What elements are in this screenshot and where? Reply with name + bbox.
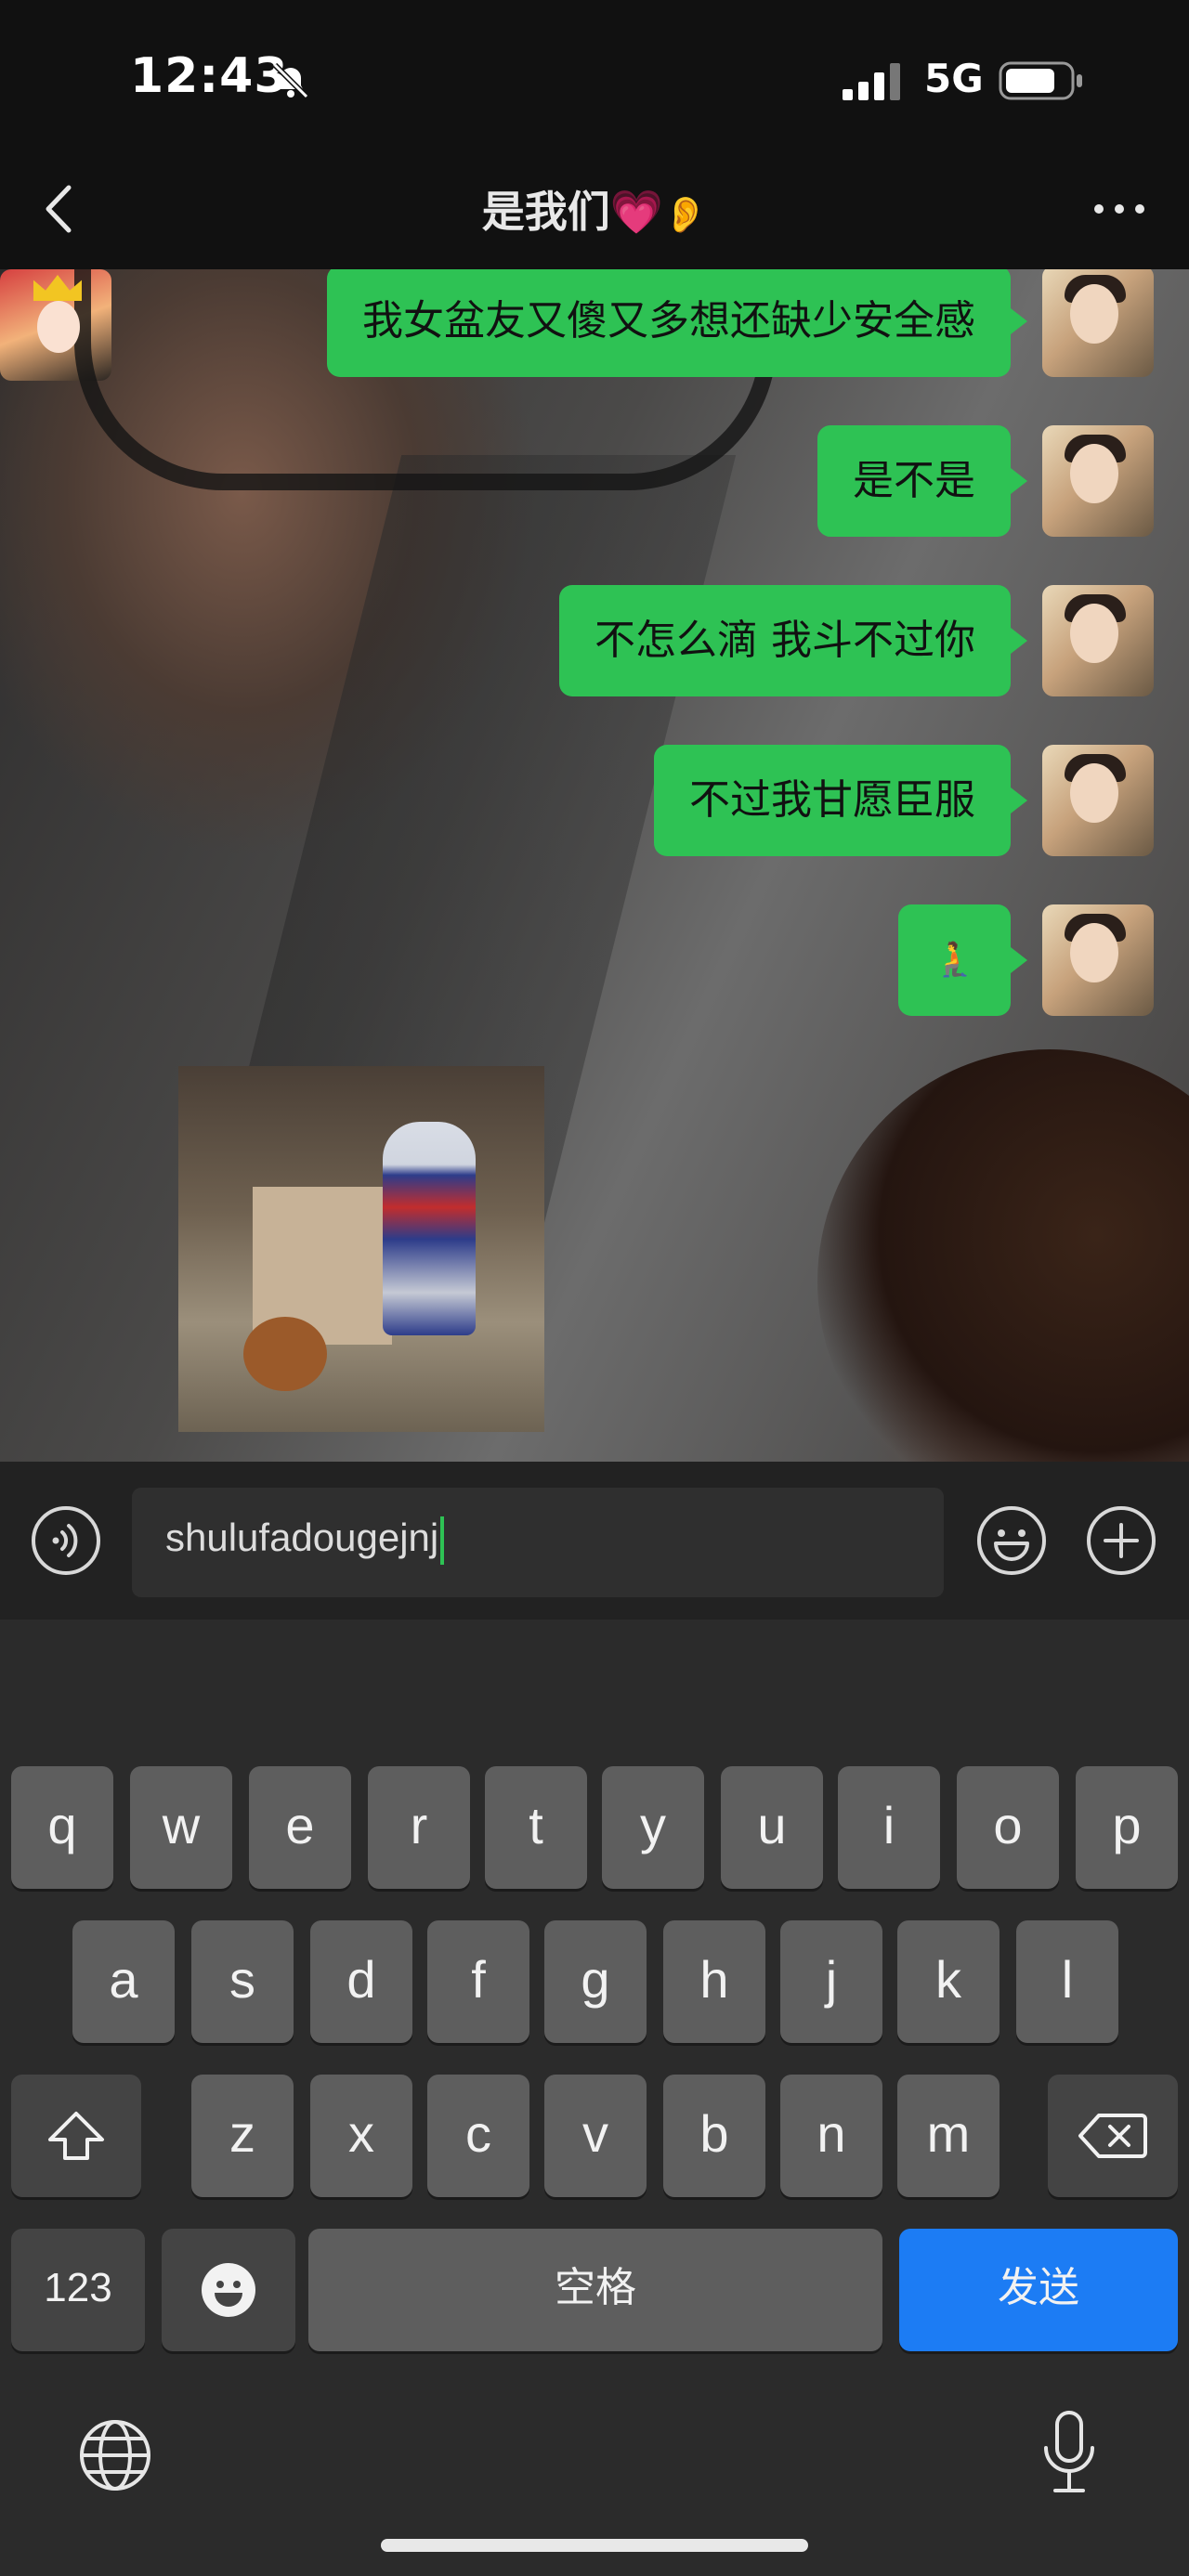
status-time: 12:43 xyxy=(130,48,289,104)
home-indicator[interactable] xyxy=(381,2539,808,2552)
shift-icon xyxy=(48,2112,104,2160)
key[interactable]: z xyxy=(191,2075,294,2197)
key[interactable]: d xyxy=(310,1920,412,2043)
key[interactable]: r xyxy=(368,1766,470,1889)
key[interactable]: u xyxy=(721,1766,823,1889)
message-input-value: shulufadougejnj xyxy=(165,1516,445,1565)
backspace-icon xyxy=(1078,2114,1147,2158)
plus-icon[interactable] xyxy=(1085,1504,1157,1577)
ear-icon: 👂 xyxy=(662,194,708,235)
message-bubble[interactable]: 是不是 xyxy=(817,425,1027,537)
space-key[interactable]: 空格 xyxy=(308,2229,882,2351)
message-bubble-emoji[interactable]: 🧎 xyxy=(898,904,1027,1016)
background-photo-girl xyxy=(817,1049,1189,1462)
more-options-icon[interactable] xyxy=(1087,186,1152,232)
chat-title-text: 是我们 xyxy=(481,187,610,237)
key[interactable]: k xyxy=(897,1920,1000,2043)
sticker-image[interactable] xyxy=(178,1066,544,1432)
status-bar: 12:43 5G xyxy=(0,0,1189,158)
key[interactable]: w xyxy=(130,1766,232,1889)
key[interactable]: s xyxy=(191,1920,294,2043)
input-bar: shulufadougejnj xyxy=(0,1462,1189,1620)
key[interactable]: e xyxy=(249,1766,351,1889)
key[interactable]: c xyxy=(427,2075,529,2197)
text-caret xyxy=(440,1516,445,1565)
chat-background: 我女盆友又傻又多想还缺少安全感 是不是 不怎么滴 我斗不过你 不过我甘愿臣服 🧎 xyxy=(0,269,1189,1462)
key[interactable]: q xyxy=(11,1766,113,1889)
globe-icon[interactable] xyxy=(76,2416,154,2494)
message-bubble[interactable]: 不过我甘愿臣服 xyxy=(654,745,1027,856)
battery-icon xyxy=(999,61,1082,100)
key[interactable]: m xyxy=(897,2075,1000,2197)
key[interactable]: n xyxy=(780,2075,882,2197)
signal-icon xyxy=(843,63,900,100)
key[interactable]: h xyxy=(663,1920,765,2043)
key[interactable]: j xyxy=(780,1920,882,2043)
key[interactable]: f xyxy=(427,1920,529,2043)
emoji-key[interactable] xyxy=(162,2229,295,2351)
message-bubble[interactable]: 我女盆友又傻又多想还缺少安全感 xyxy=(327,269,1027,377)
chat-header: 是我们💗👂 xyxy=(0,158,1189,269)
key[interactable]: l xyxy=(1016,1920,1118,2043)
my-avatar[interactable] xyxy=(1042,585,1154,696)
my-avatar[interactable] xyxy=(1042,425,1154,537)
bell-muted-icon xyxy=(272,62,309,99)
key[interactable]: b xyxy=(663,2075,765,2197)
my-avatar[interactable] xyxy=(1042,745,1154,856)
key[interactable]: t xyxy=(485,1766,587,1889)
key[interactable]: o xyxy=(957,1766,1059,1889)
numbers-key[interactable]: 123 xyxy=(11,2229,145,2351)
key[interactable]: x xyxy=(310,2075,412,2197)
send-key[interactable]: 发送 xyxy=(899,2229,1178,2351)
key[interactable]: y xyxy=(602,1766,704,1889)
heart-emoji: 💗 xyxy=(609,187,663,237)
key[interactable]: a xyxy=(72,1920,175,2043)
key[interactable]: p xyxy=(1076,1766,1178,1889)
emoji-icon[interactable] xyxy=(975,1504,1048,1577)
keyboard: q w e r t y u i o p a s d f g h j k l z … xyxy=(0,1620,1189,2576)
microphone-icon[interactable] xyxy=(1037,2407,1102,2500)
backspace-key[interactable] xyxy=(1048,2075,1178,2197)
emoji-face-icon xyxy=(202,2263,255,2317)
message-input[interactable]: shulufadougejnj xyxy=(132,1488,944,1597)
voice-input-icon[interactable] xyxy=(30,1504,102,1577)
message-bubble[interactable]: 不怎么滴 我斗不过你 xyxy=(559,585,1027,696)
shift-key[interactable] xyxy=(11,2075,141,2197)
network-type: 5G xyxy=(924,56,984,101)
key[interactable]: v xyxy=(544,2075,647,2197)
my-avatar[interactable] xyxy=(1042,269,1154,377)
chat-title: 是我们💗👂 xyxy=(0,178,1189,240)
key[interactable]: g xyxy=(544,1920,647,2043)
key[interactable]: i xyxy=(838,1766,940,1889)
my-avatar[interactable] xyxy=(1042,904,1154,1016)
